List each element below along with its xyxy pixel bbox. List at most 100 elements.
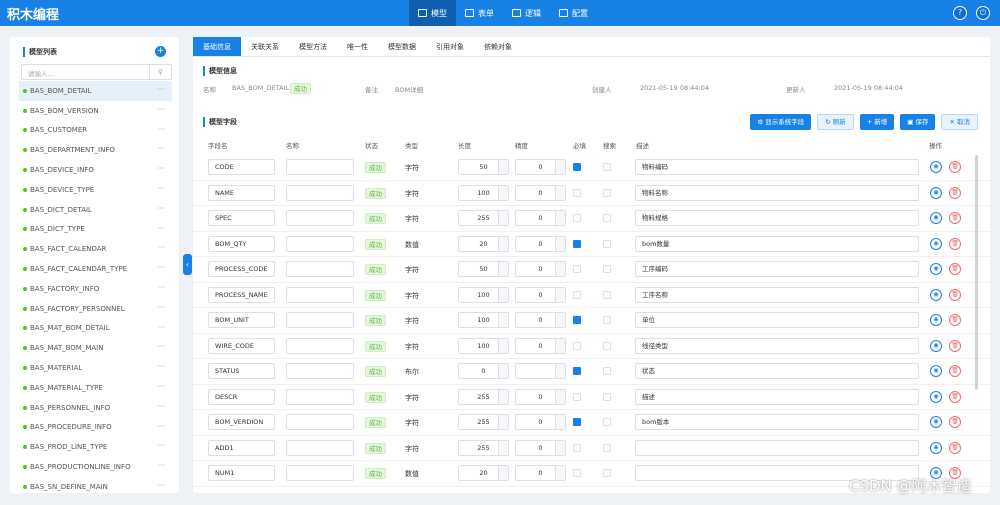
type-select[interactable]: 字符 (405, 342, 419, 352)
display-name-input[interactable] (286, 465, 354, 481)
display-name-input[interactable] (286, 235, 354, 252)
length-stepper[interactable]: 255 (458, 388, 509, 405)
description-input[interactable]: 描述 (635, 388, 919, 405)
nav-form[interactable]: 表单 (456, 0, 503, 26)
display-name-input[interactable] (286, 210, 354, 226)
description-input[interactable] (635, 439, 919, 456)
view-icon[interactable]: ◉ (930, 161, 942, 173)
more-icon[interactable]: ··· (157, 441, 165, 450)
type-select[interactable]: 字符 (405, 316, 419, 326)
list-item[interactable]: BAS_DICT_DETAIL ··· (19, 200, 172, 220)
list-item[interactable]: BAS_BOM_DETAIL ··· (19, 81, 172, 101)
length-stepper[interactable]: 100 (458, 286, 509, 303)
required-checkbox[interactable] (573, 188, 581, 197)
display-name-input[interactable] (286, 312, 354, 328)
type-select[interactable]: 字符 (405, 214, 419, 224)
field-name-input[interactable]: PROCESS_CODE (208, 261, 275, 277)
more-icon[interactable]: ··· (157, 85, 165, 94)
view-icon[interactable]: ◉ (930, 390, 942, 403)
search-checkbox[interactable] (603, 265, 611, 273)
more-icon[interactable]: ··· (157, 323, 165, 332)
list-item[interactable]: BAS_PRODUCTIONLINE_INFO ··· (19, 457, 172, 477)
field-name-input[interactable]: CODE (208, 159, 275, 175)
list-item[interactable]: BAS_CUSTOMER ··· (19, 121, 172, 141)
precision-stepper[interactable]: 0 (515, 337, 566, 354)
view-icon[interactable]: ◉ (930, 212, 942, 224)
more-icon[interactable]: ··· (157, 224, 165, 233)
length-stepper[interactable]: 255 (458, 439, 509, 456)
required-checkbox[interactable] (573, 341, 581, 350)
required-checkbox[interactable] (573, 443, 581, 452)
view-icon[interactable]: ◉ (930, 365, 942, 377)
length-stepper[interactable]: 100 (458, 337, 509, 354)
field-name-input[interactable]: WIRE_CODE (208, 337, 275, 354)
view-icon[interactable]: ◉ (930, 237, 942, 250)
description-input[interactable]: 线径类型 (635, 337, 919, 354)
help-icon[interactable]: ? (953, 6, 967, 20)
required-checkbox[interactable] (573, 418, 581, 426)
tab[interactable]: 关联关系 (241, 37, 289, 56)
description-input[interactable]: bom版本 (635, 414, 919, 430)
type-select[interactable]: 字符 (405, 265, 419, 275)
view-icon[interactable]: ◉ (930, 339, 942, 352)
tab[interactable]: 引用对象 (426, 37, 474, 56)
display-name-input[interactable] (286, 439, 354, 456)
list-item[interactable]: BAS_DEVICE_TYPE ··· (19, 180, 172, 200)
show-system-fields-button[interactable]: ⚙ 显示系统字段 (750, 114, 812, 130)
required-checkbox[interactable] (573, 290, 581, 299)
description-input[interactable]: 状态 (635, 363, 919, 379)
view-icon[interactable]: ◉ (930, 263, 942, 275)
search-input[interactable]: 请输入... ⚲ (21, 64, 172, 80)
delete-icon[interactable]: 🗑 (949, 186, 961, 199)
power-icon[interactable]: ⏻ (976, 6, 990, 20)
tab[interactable]: 模型数据 (378, 37, 426, 56)
field-name-input[interactable]: BOM_UNIT (208, 312, 275, 328)
description-input[interactable]: bom数量 (635, 235, 919, 252)
list-item[interactable]: BAS_FACT_CALENDAR ··· (19, 239, 172, 259)
precision-stepper[interactable] (515, 363, 566, 379)
field-name-input[interactable]: ADD1 (208, 439, 275, 456)
precision-stepper[interactable]: 0 (515, 388, 566, 405)
tab[interactable]: 依赖对象 (474, 37, 522, 56)
display-name-input[interactable] (286, 261, 354, 277)
scrollbar[interactable] (975, 155, 978, 390)
delete-icon[interactable]: 🗑 (949, 237, 961, 250)
type-select[interactable]: 字符 (405, 189, 419, 199)
length-stepper[interactable]: 100 (458, 184, 509, 201)
precision-stepper[interactable]: 0 (515, 210, 566, 226)
view-icon[interactable]: ◉ (930, 186, 942, 199)
list-item[interactable]: BAS_DEPARTMENT_INFO ··· (19, 140, 172, 160)
list-item[interactable]: BAS_MATERIAL_TYPE ··· (19, 378, 172, 398)
precision-stepper[interactable]: 0 (515, 261, 566, 277)
description-input[interactable]: 物料规格 (635, 210, 919, 226)
display-name-input[interactable] (286, 363, 354, 379)
required-checkbox[interactable] (573, 265, 581, 273)
type-select[interactable]: 字符 (405, 418, 419, 428)
collapse-icon[interactable]: ‹ (183, 254, 192, 275)
display-name-input[interactable] (286, 159, 354, 175)
required-checkbox[interactable] (573, 392, 581, 401)
search-icon[interactable]: ⚲ (149, 65, 171, 79)
search-checkbox[interactable] (603, 239, 611, 248)
list-item[interactable]: BAS_FACT_CALENDAR_TYPE ··· (19, 259, 172, 279)
required-checkbox[interactable] (573, 469, 581, 477)
description-input[interactable]: 单位 (635, 312, 919, 328)
field-name-input[interactable]: PROCESS_NAME (208, 286, 275, 303)
list-item[interactable]: BAS_DICT_TYPE ··· (19, 220, 172, 240)
required-checkbox[interactable] (573, 316, 581, 324)
required-checkbox[interactable] (573, 163, 581, 171)
field-name-input[interactable]: SPEC (208, 210, 275, 226)
more-icon[interactable]: ··· (157, 164, 165, 173)
precision-stepper[interactable]: 0 (515, 465, 566, 481)
precision-stepper[interactable]: 0 (515, 184, 566, 201)
view-icon[interactable]: ◉ (930, 288, 942, 301)
search-checkbox[interactable] (603, 214, 611, 222)
more-icon[interactable]: ··· (157, 481, 165, 490)
search-checkbox[interactable] (603, 290, 611, 299)
length-stepper[interactable]: 50 (458, 159, 509, 175)
type-select[interactable]: 布尔 (405, 367, 419, 377)
length-stepper[interactable]: 255 (458, 210, 509, 226)
more-icon[interactable]: ··· (157, 402, 165, 411)
tab[interactable]: 基础信息 (193, 37, 241, 56)
more-icon[interactable]: ··· (157, 303, 165, 312)
